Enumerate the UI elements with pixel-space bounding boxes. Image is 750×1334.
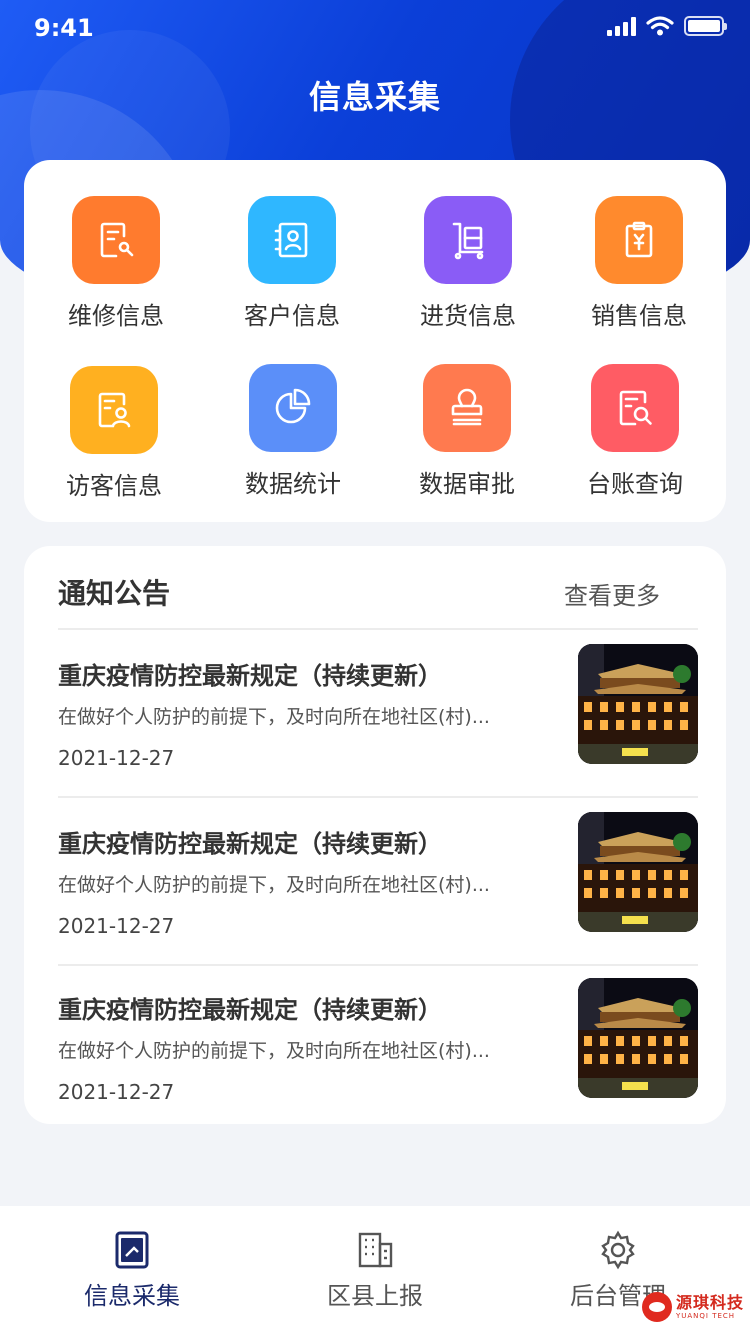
news-date: 2021-12-27	[58, 914, 175, 938]
feature-repair-info[interactable]: 维修信息	[36, 196, 196, 331]
news-item[interactable]: 重庆疫情防控最新规定（持续更新） 在做好个人防护的前提下，及时向所在地社区(村)…	[58, 812, 698, 944]
feature-visitor-info[interactable]: 访客信息	[34, 366, 194, 501]
news-summary: 在做好个人防护的前提下，及时向所在地社区(村)...	[58, 1040, 490, 1062]
news-summary: 在做好个人防护的前提下，及时向所在地社区(村)...	[58, 874, 490, 896]
page-title: 信息采集	[308, 78, 441, 116]
battery-icon	[684, 16, 727, 36]
news-item[interactable]: 重庆疫情防控最新规定（持续更新） 在做好个人防护的前提下，及时向所在地社区(村)…	[58, 978, 698, 1110]
status-bar: 9:41	[0, 0, 750, 56]
customer-card-icon	[248, 196, 336, 284]
news-item[interactable]: 重庆疫情防控最新规定（持续更新） 在做好个人防护的前提下，及时向所在地社区(村)…	[58, 644, 698, 776]
tab-district-report[interactable]: 区县上报	[275, 1230, 475, 1311]
status-time: 9:41	[34, 14, 94, 42]
building-icon	[358, 1232, 393, 1268]
feature-grid: 维修信息 客户信息 进货信息 销售信息 访客信息 数据统计 数据审批 台账查询	[24, 160, 726, 522]
gear-icon	[601, 1230, 635, 1270]
divider	[58, 964, 698, 966]
feature-label: 维修信息	[68, 302, 164, 330]
cart-icon	[424, 196, 512, 284]
divider	[58, 796, 698, 798]
news-date: 2021-12-27	[58, 746, 175, 770]
news-title: 重庆疫情防控最新规定（持续更新）	[58, 830, 442, 858]
feature-ledger-query[interactable]: 台账查询	[555, 364, 715, 499]
bottom-tab-bar: 信息采集 区县上报 后台管理	[0, 1206, 750, 1334]
cellular-signal-icon	[607, 16, 636, 36]
feature-purchase-info[interactable]: 进货信息	[388, 196, 548, 331]
feature-sales-info[interactable]: 销售信息	[559, 196, 719, 331]
feature-label: 客户信息	[244, 302, 340, 330]
notice-title: 通知公告	[58, 577, 171, 610]
feature-label: 进货信息	[420, 302, 516, 330]
feature-label: 数据统计	[245, 470, 341, 498]
sales-clipboard-icon	[595, 196, 683, 284]
tab-label: 区县上报	[327, 1282, 423, 1310]
repair-doc-icon	[72, 196, 160, 284]
brand-watermark: 源琪科技 YUANQI TECH	[641, 1292, 744, 1322]
news-thumbnail	[578, 644, 698, 764]
pie-chart-icon	[249, 364, 337, 452]
ledger-search-icon	[591, 364, 679, 452]
tab-info-collect[interactable]: 信息采集	[32, 1230, 232, 1311]
feature-data-stats[interactable]: 数据统计	[213, 364, 373, 499]
brand-logo-icon	[641, 1292, 672, 1322]
info-collect-icon	[115, 1231, 149, 1269]
feature-label: 数据审批	[419, 470, 515, 498]
brand-name: 源琪科技	[675, 1293, 744, 1312]
news-thumbnail	[578, 812, 698, 932]
brand-sub: YUANQI TECH	[675, 1312, 736, 1320]
view-more-link[interactable]: 查看更多	[564, 576, 660, 611]
feature-customer-info[interactable]: 客户信息	[212, 196, 372, 331]
notice-section: 通知公告 查看更多 重庆疫情防控最新规定（持续更新） 在做好个人防护的前提下，及…	[24, 546, 726, 1124]
approval-stamp-icon	[423, 364, 511, 452]
visitor-doc-icon	[70, 366, 158, 454]
feature-label: 台账查询	[587, 470, 683, 498]
feature-label: 访客信息	[66, 472, 162, 500]
divider	[58, 628, 698, 630]
feature-label: 销售信息	[591, 302, 687, 330]
news-thumbnail	[578, 978, 698, 1098]
wifi-icon	[646, 16, 674, 36]
tab-label: 信息采集	[84, 1282, 180, 1310]
news-summary: 在做好个人防护的前提下，及时向所在地社区(村)...	[58, 706, 490, 728]
feature-data-approval[interactable]: 数据审批	[387, 364, 547, 499]
news-date: 2021-12-27	[58, 1080, 175, 1104]
news-title: 重庆疫情防控最新规定（持续更新）	[58, 996, 442, 1024]
news-title: 重庆疫情防控最新规定（持续更新）	[58, 662, 442, 690]
